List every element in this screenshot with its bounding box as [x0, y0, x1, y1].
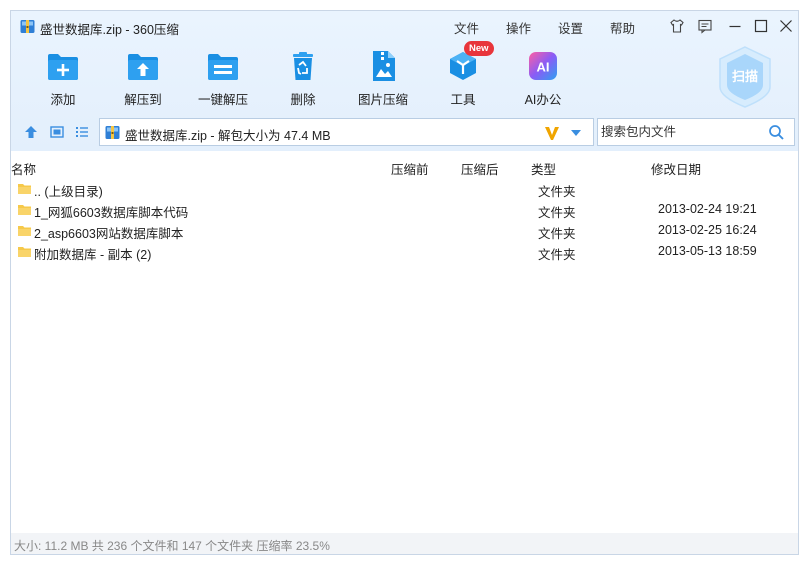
file-date: 2013-02-25 16:24	[658, 223, 757, 237]
column-header-name[interactable]: 名称	[11, 159, 36, 178]
file-date: 2013-02-24 19:21	[658, 202, 757, 216]
go-up-icon[interactable]	[23, 124, 39, 140]
minimize-icon[interactable]	[727, 18, 743, 34]
menu-help[interactable]: 帮助	[610, 18, 635, 37]
file-name: 2_asp6603网站数据库脚本	[34, 227, 184, 241]
chevron-down-icon[interactable]	[570, 128, 582, 138]
address-bar[interactable]: 盛世数据库.zip - 解包大小为 47.4 MB	[99, 118, 594, 146]
address-path: 盛世数据库.zip - 解包大小为 47.4 MB	[125, 129, 331, 143]
ai-office-icon: AI	[529, 52, 557, 80]
file-list: 名称 压缩前 压缩后 类型 修改日期 .. (上级目录) 文件夹 1_网狐660…	[11, 156, 798, 531]
scan-shield-icon[interactable]: 扫描	[716, 45, 774, 109]
skin-tshirt-icon[interactable]	[669, 18, 685, 34]
tools-button[interactable]: 工具	[423, 49, 503, 109]
column-header-type[interactable]: 类型	[531, 159, 556, 178]
one-click-extract-button[interactable]: 一键解压	[183, 49, 263, 109]
image-compress-button[interactable]: 图片压缩	[343, 49, 423, 109]
add-label: 添加	[50, 93, 76, 107]
menu-operation[interactable]: 操作	[506, 18, 531, 37]
list-item[interactable]: 附加数据库 - 副本 (2) 文件夹 2013-05-13 18:59	[11, 241, 798, 262]
ai-office-label: AI办公	[524, 93, 562, 107]
feedback-icon[interactable]	[697, 18, 713, 34]
v-logo-icon[interactable]	[544, 125, 560, 141]
trash-recycle-icon	[293, 52, 313, 80]
list-header: 名称 压缩前 压缩后 类型 修改日期	[11, 156, 798, 178]
folder-icon	[18, 247, 31, 257]
close-icon[interactable]	[778, 18, 794, 34]
file-name: 1_网狐6603数据库脚本代码	[34, 206, 189, 220]
file-type: 文件夹	[538, 227, 576, 241]
ai-icon-text: AI	[537, 60, 550, 75]
column-header-size-after[interactable]: 压缩后	[461, 159, 499, 178]
window-title: 盛世数据库.zip - 360压缩	[40, 23, 179, 37]
menu-settings[interactable]: 设置	[558, 18, 583, 37]
ai-office-button[interactable]: AI AI办公	[503, 49, 583, 109]
status-text: 大小: 11.2 MB 共 236 个文件和 147 个文件夹 压缩率 23.5…	[14, 539, 330, 553]
folder-icon	[18, 226, 31, 236]
list-item[interactable]: .. (上级目录) 文件夹	[11, 178, 798, 199]
menu-file[interactable]: 文件	[454, 18, 479, 37]
status-bar: 大小: 11.2 MB 共 236 个文件和 147 个文件夹 压缩率 23.5…	[11, 533, 798, 554]
file-name: 附加数据库 - 副本 (2)	[34, 248, 152, 262]
folder-icon	[18, 184, 31, 194]
new-badge: New	[464, 41, 494, 56]
scan-label: 扫描	[732, 69, 758, 85]
image-compress-icon	[373, 51, 395, 81]
search-icon[interactable]	[768, 124, 785, 141]
extract-folder-icon	[128, 54, 158, 80]
zip-archive-icon	[20, 20, 35, 33]
search-input[interactable]	[598, 119, 764, 145]
file-date: 2013-05-13 18:59	[658, 244, 757, 258]
search-box[interactable]	[597, 118, 795, 146]
app-window: 盛世数据库.zip - 360压缩 文件 操作 设置 帮助 添加 解压到 一键解…	[10, 10, 799, 555]
zip-archive-icon	[105, 126, 120, 139]
add-button[interactable]: 添加	[23, 49, 103, 109]
file-name: .. (上级目录)	[34, 185, 103, 199]
top-panel: 盛世数据库.zip - 360压缩 文件 操作 设置 帮助 添加 解压到 一键解…	[11, 11, 798, 151]
add-folder-icon	[48, 54, 78, 80]
file-type: 文件夹	[538, 206, 576, 220]
delete-button[interactable]: 删除	[263, 49, 343, 109]
title-bar: 盛世数据库.zip - 360压缩 文件 操作 设置 帮助	[11, 11, 798, 41]
maximize-icon[interactable]	[753, 18, 769, 34]
list-view-icon[interactable]	[74, 124, 90, 140]
image-compress-label: 图片压缩	[357, 93, 408, 107]
column-header-modified[interactable]: 修改日期	[651, 159, 701, 178]
extract-to-label: 解压到	[124, 93, 162, 107]
delete-label: 删除	[290, 93, 316, 107]
file-type: 文件夹	[538, 248, 576, 262]
file-type: 文件夹	[538, 185, 576, 199]
thumbnail-view-icon[interactable]	[49, 124, 65, 140]
tools-label: 工具	[450, 93, 476, 107]
list-item[interactable]: 2_asp6603网站数据库脚本 文件夹 2013-02-25 16:24	[11, 220, 798, 241]
folder-icon	[18, 205, 31, 215]
list-item[interactable]: 1_网狐6603数据库脚本代码 文件夹 2013-02-24 19:21	[11, 199, 798, 220]
extract-to-button[interactable]: 解压到	[103, 49, 183, 109]
one-click-extract-icon	[208, 54, 238, 80]
one-click-extract-label: 一键解压	[197, 93, 248, 107]
column-header-size-before[interactable]: 压缩前	[391, 159, 429, 178]
